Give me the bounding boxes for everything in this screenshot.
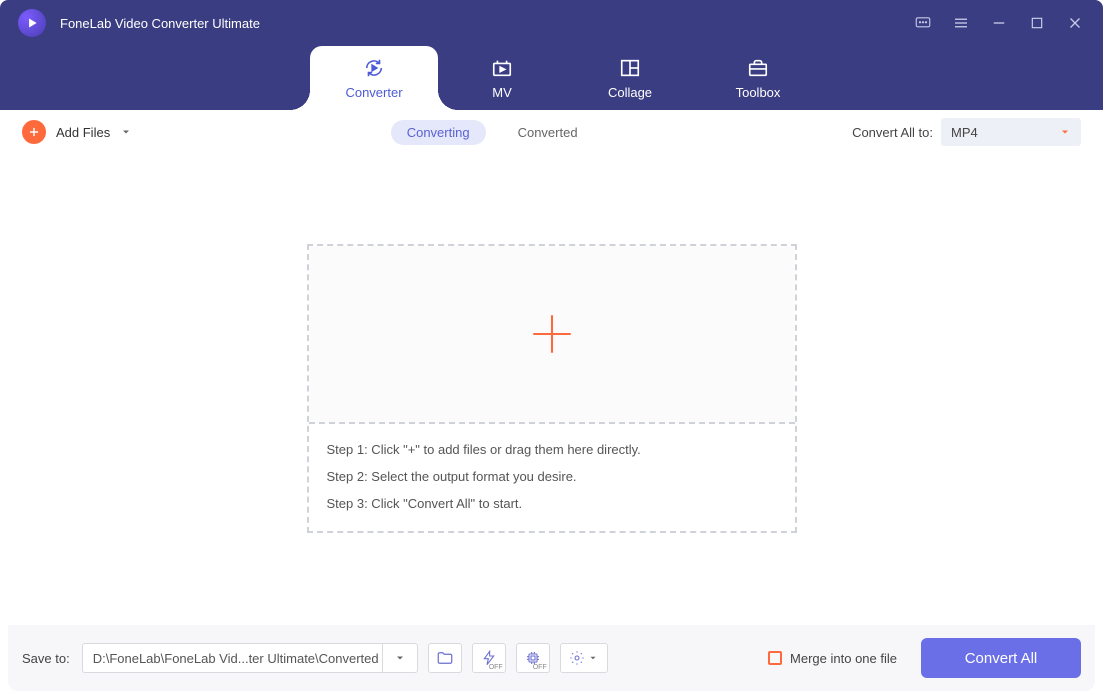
tab-mv-label: MV [492,85,512,100]
dropzone-steps: Step 1: Click "+" to add files or drag t… [309,424,795,531]
status-tab-converted[interactable]: Converted [502,120,594,145]
save-path-select: D:\FoneLab\FoneLab Vid...ter Ultimate\Co… [82,643,418,673]
main-area: Step 1: Click "+" to add files or drag t… [8,154,1095,625]
toolbar: Add Files Converting Converted Convert A… [8,110,1095,154]
toolbox-icon [746,57,770,79]
chevron-down-icon [394,652,406,664]
gpu-off-label: OFF [533,664,547,671]
checkbox-icon [768,651,782,665]
main-tabs: Converter MV Collage Toolbox [0,46,1103,110]
folder-icon [436,649,454,667]
hw-off-label: OFF [489,664,503,671]
format-select[interactable]: MP4 [941,118,1081,146]
open-folder-button[interactable] [428,643,462,673]
gpu-accel-button[interactable]: OFF [516,643,550,673]
collage-icon [618,57,642,79]
save-path-input[interactable]: D:\FoneLab\FoneLab Vid...ter Ultimate\Co… [82,643,382,673]
chevron-down-icon [1059,126,1071,138]
step-1: Step 1: Click "+" to add files or drag t… [327,442,777,457]
save-to-label: Save to: [22,651,70,666]
merge-label: Merge into one file [790,651,897,666]
dropzone: Step 1: Click "+" to add files or drag t… [307,244,797,533]
feedback-icon[interactable] [913,13,933,33]
format-selected: MP4 [951,125,978,140]
minimize-icon[interactable] [989,13,1009,33]
converter-icon [362,57,386,79]
convert-all-to: Convert All to: MP4 [852,118,1081,146]
tab-toolbox-label: Toolbox [736,85,781,100]
app-window: FoneLab Video Converter Ultimate [0,0,1103,699]
chevron-down-icon [120,126,132,138]
gear-icon [569,650,585,666]
add-plus-icon [22,120,46,144]
menu-icon[interactable] [951,13,971,33]
titlebar-top: FoneLab Video Converter Ultimate [0,0,1103,46]
convert-all-to-label: Convert All to: [852,125,933,140]
tab-toolbox[interactable]: Toolbox [694,46,822,110]
window-controls [913,13,1085,33]
save-path-dropdown[interactable] [382,643,418,673]
plus-icon [527,309,577,359]
status-tab-converting[interactable]: Converting [391,120,486,145]
merge-checkbox[interactable]: Merge into one file [768,651,897,666]
tab-collage-label: Collage [608,85,652,100]
add-files-button[interactable]: Add Files [22,120,132,144]
tab-collage[interactable]: Collage [566,46,694,110]
hw-accel-button[interactable]: OFF [472,643,506,673]
titlebar: FoneLab Video Converter Ultimate [0,0,1103,110]
app-logo-icon [18,9,46,37]
tab-converter-label: Converter [345,85,402,100]
maximize-icon[interactable] [1027,13,1047,33]
status-tabs: Converting Converted [391,120,594,145]
step-2: Step 2: Select the output format you des… [327,469,777,484]
close-icon[interactable] [1065,13,1085,33]
tab-converter[interactable]: Converter [310,46,438,110]
convert-all-button[interactable]: Convert All [921,638,1081,678]
footer: Save to: D:\FoneLab\FoneLab Vid...ter Ul… [8,625,1095,691]
step-3: Step 3: Click "Convert All" to start. [327,496,777,511]
add-files-label: Add Files [56,125,110,140]
chevron-down-icon [588,653,598,663]
app-title: FoneLab Video Converter Ultimate [60,16,260,31]
dropzone-add-area[interactable] [309,246,795,424]
settings-button[interactable] [560,643,608,673]
mv-icon [490,57,514,79]
